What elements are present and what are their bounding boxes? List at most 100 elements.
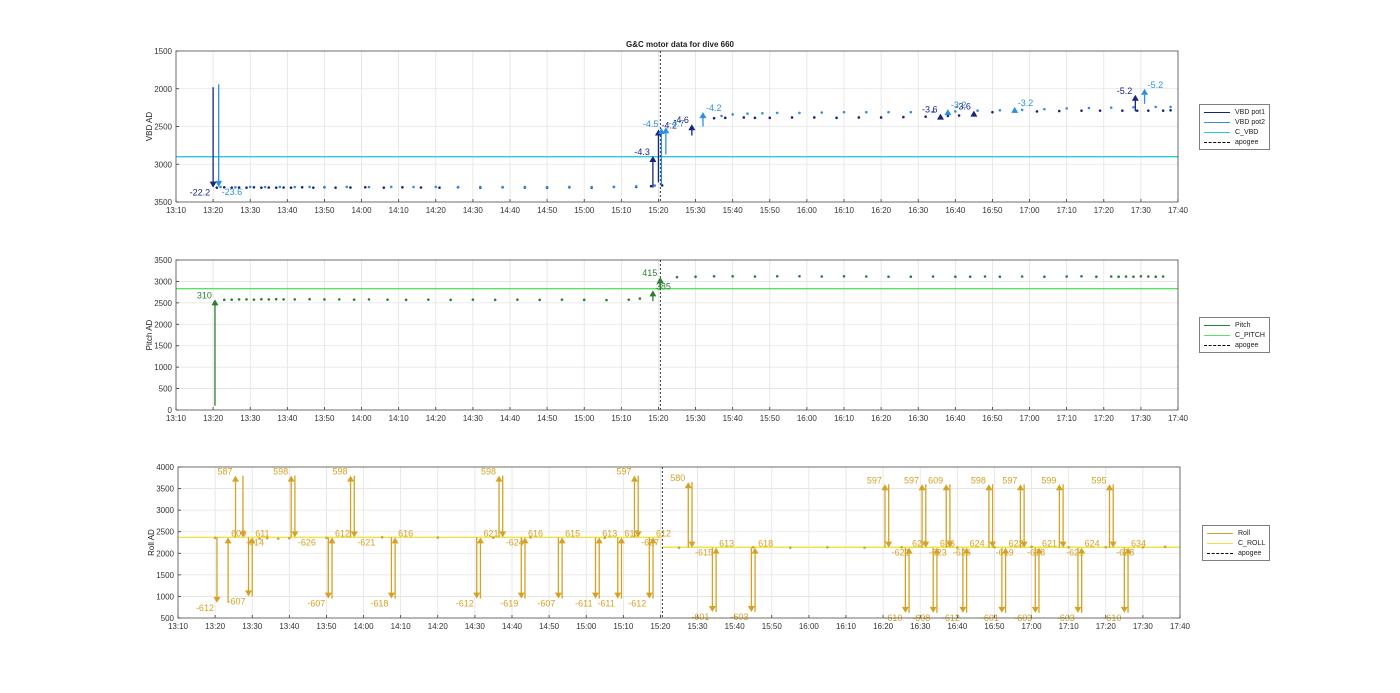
data-point [276, 537, 280, 540]
legend-roll: Roll C_ROLL apogee [1202, 525, 1271, 561]
x-tick-label: 13:40 [279, 622, 300, 631]
event-label: 587 [217, 467, 232, 477]
x-tick-label: 16:20 [871, 414, 892, 423]
x-tick-label: 14:50 [537, 414, 558, 423]
x-tick-label: 15:20 [650, 622, 671, 631]
legend-label: apogee [1238, 549, 1262, 557]
x-tick-label: 17:10 [1059, 622, 1080, 631]
data-point [1121, 109, 1124, 112]
panel-pitch: 13:10 13:20 13:30 13:40 13:50 14:00 14:10 14:20… [145, 256, 1189, 423]
event-label: -23.6 [222, 187, 243, 197]
x-tick-label: 15:10 [611, 206, 632, 215]
x-tick-label: 17:00 [1022, 622, 1043, 631]
data-point [1098, 109, 1102, 112]
plot-area [176, 260, 1178, 410]
data-point [712, 116, 716, 120]
legend-swatch [1204, 111, 1230, 113]
x-tick-label: 14:20 [428, 622, 449, 631]
data-point [931, 275, 935, 278]
x-tick-label: 16:30 [908, 414, 929, 423]
event-label: -4.3 [634, 147, 650, 157]
data-point [653, 184, 657, 187]
x-tick-label: 13:10 [166, 206, 187, 215]
event-label: 310 [197, 290, 212, 300]
data-point [278, 185, 282, 189]
data-point [289, 186, 293, 189]
data-point [612, 185, 616, 189]
event-label: -3.2 [1018, 98, 1034, 108]
event-label: 624 [1085, 539, 1100, 549]
event-label: -612 [196, 603, 214, 613]
data-point [300, 185, 304, 189]
data-point [367, 185, 371, 189]
x-tick-label: 13:20 [205, 622, 226, 631]
x-tick-label: 14:40 [500, 414, 521, 423]
data-point [1147, 109, 1150, 112]
figure-title: G&C motor data for dive 660 [625, 40, 735, 49]
data-point [248, 185, 252, 189]
data-point [337, 298, 341, 301]
data-point [252, 298, 256, 301]
x-tick-label: 13:40 [277, 206, 298, 215]
data-point [1154, 275, 1158, 279]
event-label: -607 [537, 599, 555, 609]
event-label: 597 [867, 475, 882, 485]
data-point [1065, 107, 1068, 110]
data-point [545, 185, 549, 189]
event-label: 624 [970, 539, 985, 549]
data-point [380, 536, 384, 539]
data-point [1104, 545, 1108, 549]
data-point [909, 110, 913, 114]
data-point [568, 185, 571, 189]
event-label: -615 [695, 548, 713, 558]
data-point [761, 111, 764, 115]
data-point [775, 274, 779, 278]
data-point [1057, 109, 1061, 113]
data-point [998, 108, 1002, 112]
data-point [237, 298, 241, 301]
data-point [909, 275, 913, 279]
data-point [260, 297, 263, 301]
x-tick-label: 15:40 [725, 622, 746, 631]
data-point [798, 111, 801, 115]
event-label: -607 [227, 596, 245, 606]
data-point [835, 116, 838, 120]
x-tick-label: 15:40 [723, 206, 744, 215]
data-point [864, 110, 868, 114]
data-point [1095, 275, 1098, 279]
x-tick-label: 16:20 [871, 206, 892, 215]
data-point [412, 185, 415, 189]
data-point [312, 186, 315, 189]
legend-entry: apogee [1207, 548, 1265, 558]
x-tick-label: 13:30 [240, 414, 261, 423]
data-point [222, 298, 226, 302]
x-tick-label: 16:40 [947, 622, 968, 631]
data-point [826, 545, 829, 549]
y-axis-label: Pitch AD [145, 319, 154, 350]
x-tick-label: 16:00 [797, 206, 818, 215]
event-label: -3.6 [922, 105, 938, 115]
x-tick-label: 16:10 [834, 414, 855, 423]
data-point [1020, 108, 1024, 112]
data-point [382, 186, 386, 189]
legend-label: Roll [1238, 529, 1251, 537]
data-point [991, 110, 994, 114]
x-tick-label: 16:50 [982, 206, 1003, 215]
data-point [274, 186, 278, 189]
data-point [401, 185, 404, 189]
x-tick-label: 17:10 [1057, 206, 1078, 215]
y-tick-label: 1500 [154, 342, 172, 351]
figure: 13:10 13:20 13:30 13:40 13:50 14:00 14:10 14:20… [145, 47, 1191, 631]
x-tick-label: 16:40 [945, 206, 966, 215]
data-point [293, 185, 297, 189]
x-tick-label: 15:50 [760, 414, 781, 423]
data-point [1169, 108, 1172, 112]
data-point [957, 114, 961, 117]
data-point [863, 546, 866, 549]
event-label: -3.6 [955, 102, 971, 112]
legend-label: VBD pot1 [1235, 108, 1265, 116]
data-point [1161, 109, 1165, 112]
data-point [1065, 275, 1068, 278]
event-label: -607 [307, 599, 325, 609]
x-tick-label: 15:00 [576, 622, 597, 631]
